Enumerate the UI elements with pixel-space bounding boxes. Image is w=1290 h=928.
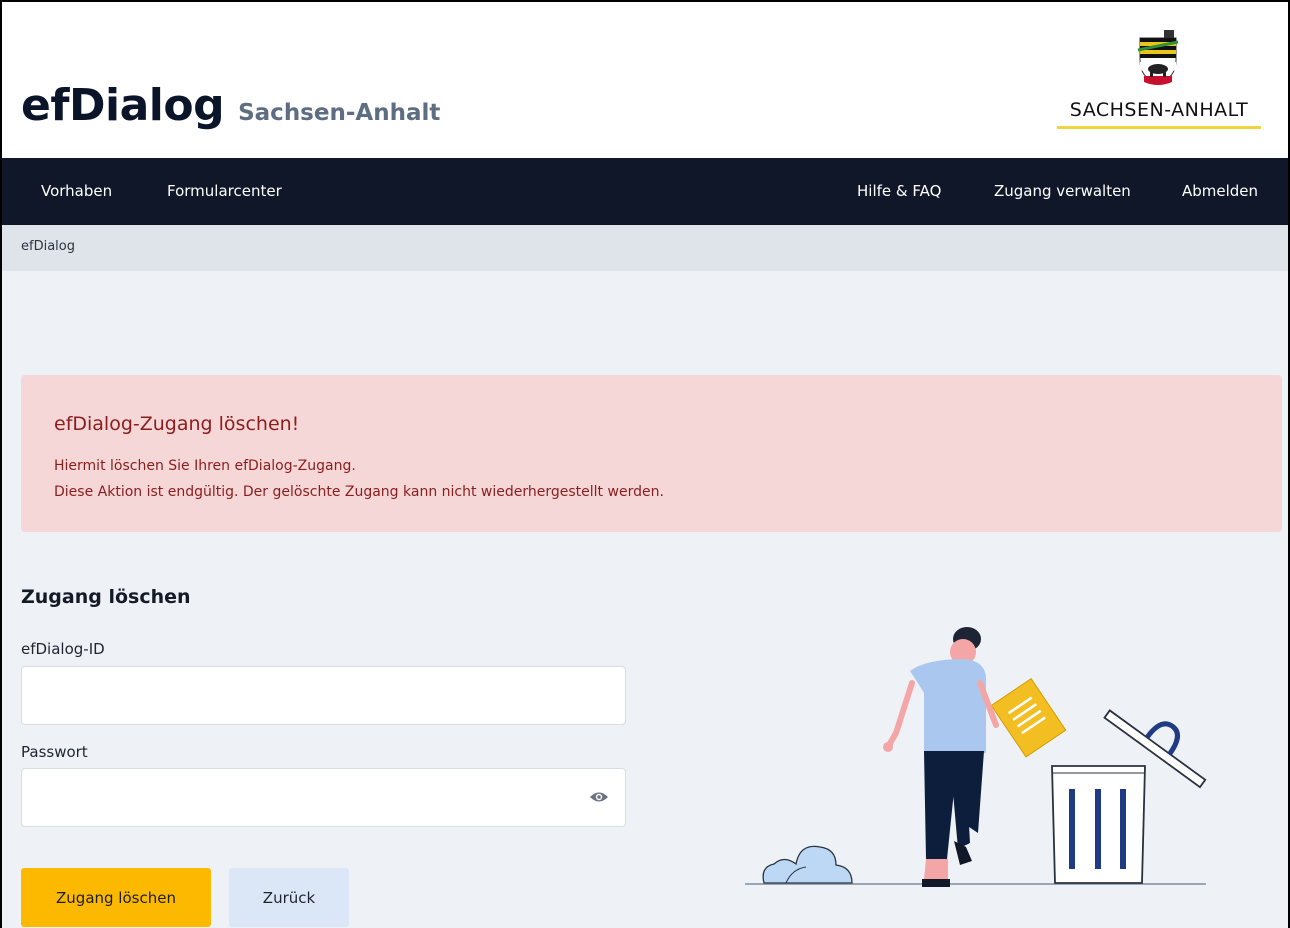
nav-zugang-verwalten[interactable]: Zugang verwalten (994, 182, 1131, 200)
state-logo-underline (1057, 126, 1261, 129)
breadcrumb-item-efdialog[interactable]: efDialog (21, 239, 75, 254)
form-title: Zugang löschen (21, 586, 191, 608)
password-input[interactable] (22, 769, 625, 826)
efdialog-id-label: efDialog-ID (21, 640, 105, 658)
back-button[interactable]: Zurück (229, 868, 349, 927)
main-content: efDialog-Zugang löschen! Hiermit löschen… (0, 271, 1290, 928)
password-label: Passwort (21, 743, 88, 761)
main-navigation: Vorhaben Formularcenter Hilfe & FAQ Zuga… (0, 158, 1290, 225)
brand-subtitle: Sachsen-Anhalt (238, 100, 441, 126)
state-logo[interactable]: SACHSEN-ANHALT (1056, 30, 1262, 130)
delete-account-button[interactable]: Zugang löschen (21, 868, 211, 927)
nav-formularcenter[interactable]: Formularcenter (167, 182, 282, 200)
efdialog-id-field[interactable] (21, 666, 626, 725)
efdialog-id-input[interactable] (22, 667, 625, 724)
warning-alert: efDialog-Zugang löschen! Hiermit löschen… (21, 375, 1282, 532)
nav-hilfe-faq[interactable]: Hilfe & FAQ (857, 182, 941, 200)
nav-vorhaben[interactable]: Vorhaben (41, 182, 112, 200)
site-header: efDialog Sachsen-Anhalt SACHSEN-ANHALT (0, 0, 1290, 158)
alert-text-line-1: Hiermit löschen Sie Ihren efDialog-Zugan… (54, 458, 356, 474)
brand[interactable]: efDialog Sachsen-Anhalt (21, 80, 440, 131)
alert-text-line-2: Diese Aktion ist endgültig. Der gelöscht… (54, 484, 664, 500)
state-logo-text: SACHSEN-ANHALT (1069, 99, 1249, 121)
brand-name: efDialog (21, 80, 225, 131)
nav-abmelden[interactable]: Abmelden (1182, 182, 1258, 200)
alert-title: efDialog-Zugang löschen! (54, 413, 300, 435)
trash-illustration (745, 627, 1207, 887)
coat-of-arms-icon (1137, 30, 1179, 85)
password-field[interactable] (21, 768, 626, 827)
show-password-icon[interactable] (589, 789, 609, 805)
breadcrumb: efDialog (0, 225, 1290, 271)
